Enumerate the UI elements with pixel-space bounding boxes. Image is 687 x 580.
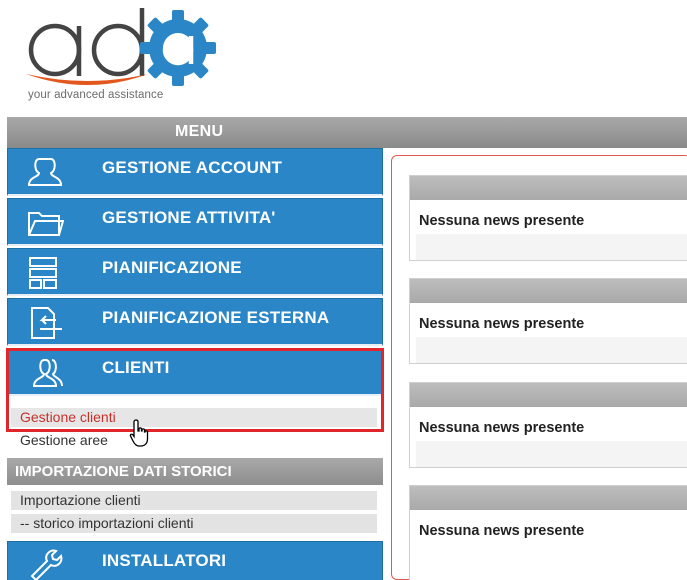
news-text: Nessuna news presente <box>419 523 585 539</box>
submenu-storico-importazioni[interactable]: -- storico importazioni clienti <box>11 514 377 533</box>
nav-label: PIANIFICAZIONE <box>102 258 242 277</box>
nav-gestione-attivita[interactable]: GESTIONE ATTIVITA' <box>7 198 383 246</box>
news-text: Nessuna news presente <box>419 213 585 229</box>
external-planning-icon <box>31 307 62 339</box>
nav-pianificazione[interactable]: PIANIFICAZIONE <box>7 248 383 296</box>
news-card-header <box>410 176 687 200</box>
menu-title: MENU <box>175 123 224 140</box>
news-card-footer <box>416 441 687 467</box>
nav-gestione-account[interactable]: GESTIONE ACCOUNT <box>7 148 383 196</box>
importazione-submenu: Importazione clienti -- storico importaz… <box>7 486 383 540</box>
news-card: Nessuna news presente <box>409 382 687 468</box>
nav-label: GESTIONE ATTIVITA' <box>102 208 276 227</box>
nav-pianificazione-esterna[interactable]: PIANIFICAZIONE ESTERNA <box>7 298 383 346</box>
news-card-footer <box>416 234 687 260</box>
news-card-header <box>410 486 687 510</box>
nav-label: PIANIFICAZIONE ESTERNA <box>102 308 330 327</box>
section-title: IMPORTAZIONE DATI STORICI <box>15 463 232 480</box>
news-text: Nessuna news presente <box>419 316 585 332</box>
nav-label: INSTALLATORI <box>102 551 227 570</box>
user-icon <box>27 158 63 186</box>
news-text: Nessuna news presente <box>419 420 585 436</box>
news-card: Nessuna news presente <box>409 278 687 364</box>
folder-icon <box>28 212 64 236</box>
news-card-header <box>410 383 687 407</box>
submenu-gestione-aree[interactable]: Gestione aree <box>11 431 377 450</box>
highlight-box <box>6 348 384 432</box>
news-card-header <box>410 279 687 303</box>
submenu-importazione-clienti[interactable]: Importazione clienti <box>11 491 377 510</box>
nav-installatori[interactable]: INSTALLATORI <box>7 541 383 580</box>
logo-tagline: your advanced assistance <box>28 89 164 101</box>
wrench-icon <box>30 549 63 580</box>
layout-icon <box>29 257 57 289</box>
nav-label: GESTIONE ACCOUNT <box>102 158 283 177</box>
section-importazione: IMPORTAZIONE DATI STORICI <box>7 458 383 485</box>
menu-header: MENU <box>7 117 687 148</box>
ada-logo-graphic <box>26 8 216 86</box>
hand-cursor-icon <box>129 419 149 447</box>
news-card-footer <box>416 337 687 363</box>
page: your advanced assistance MENU GESTIONE A… <box>0 0 687 580</box>
news-card: Nessuna news presente <box>409 485 687 580</box>
news-card: Nessuna news presente <box>409 175 687 261</box>
